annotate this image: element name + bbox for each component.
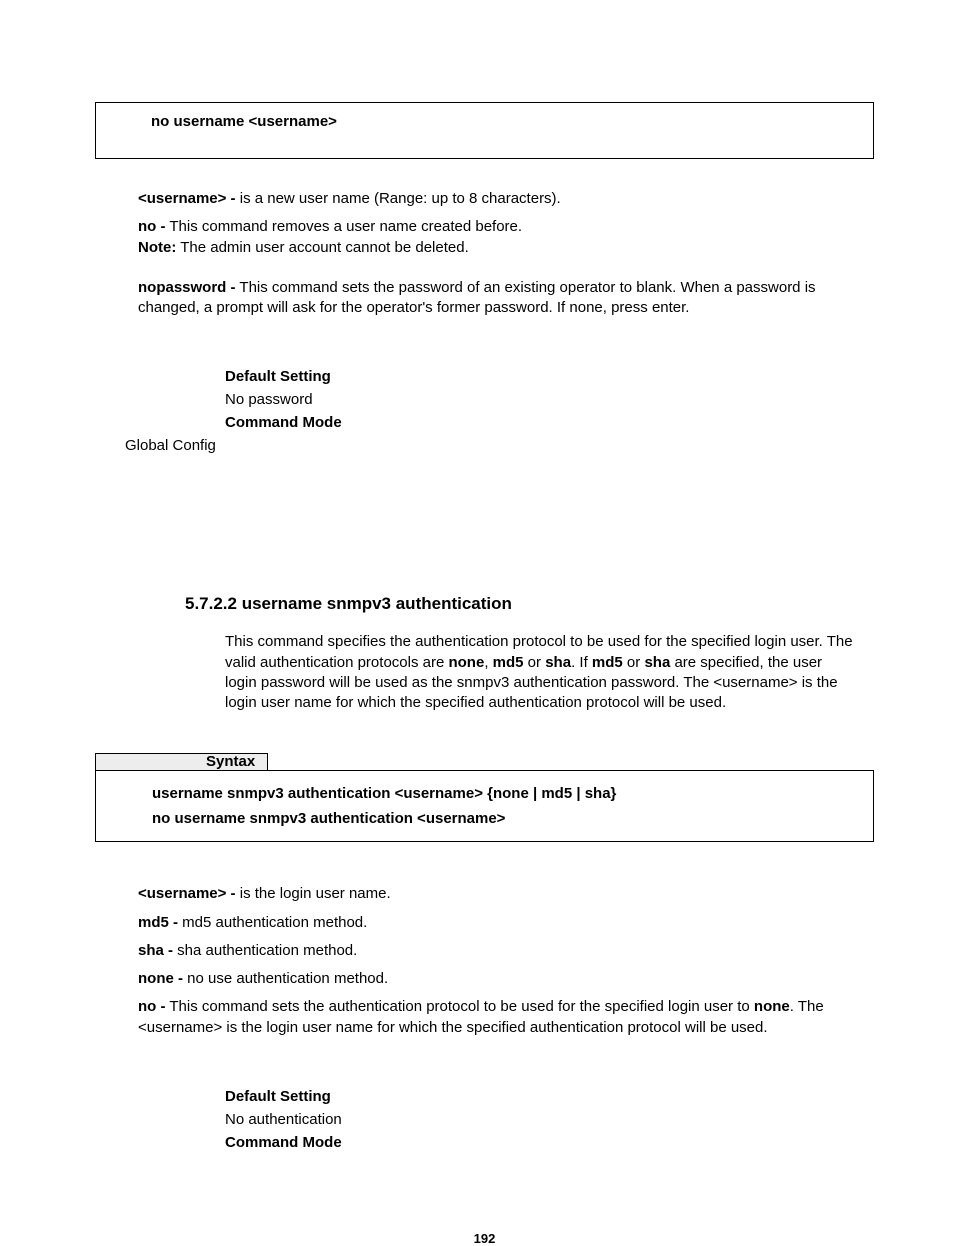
default-setting-value: No password [225, 391, 874, 408]
syntax-group: Syntax username snmpv3 authentication <u… [95, 753, 874, 842]
param-label: <username> - [138, 885, 236, 902]
param-nopassword: nopassword - This command sets the passw… [138, 278, 874, 319]
param-username-2: <username> - is the login user name. [138, 884, 874, 904]
param-username: <username> - is a new user name (Range: … [138, 189, 874, 209]
heading-number: 5.7.2.2 [185, 594, 242, 613]
syntax-line: no username <username> [151, 113, 853, 130]
param-label: nopassword - [138, 279, 236, 296]
param-label: no - [138, 218, 166, 235]
param-none: none - no use authentication method. [138, 969, 874, 989]
settings-block-1: Default Setting No password Command Mode [225, 368, 874, 431]
syntax-line: username snmpv3 authentication <username… [152, 785, 853, 802]
param-label: <username> - [138, 190, 236, 207]
param-sha: sha - sha authentication method. [138, 941, 874, 961]
note-line: Note: The admin user account cannot be d… [138, 238, 874, 258]
section-heading: 5.7.2.2 username snmpv3 authentication [185, 594, 874, 614]
param-no-2: no - This command sets the authenticatio… [138, 997, 874, 1038]
param-label: none - [138, 970, 183, 987]
param-text: is a new user name (Range: up to 8 chara… [236, 190, 561, 207]
default-setting-value: No authentication [225, 1111, 874, 1128]
note-label: Note: [138, 239, 176, 256]
param-text: md5 authentication method. [178, 914, 367, 931]
command-mode-heading: Command Mode [225, 1134, 874, 1151]
default-setting-heading: Default Setting [225, 1088, 874, 1105]
param-label: md5 - [138, 914, 178, 931]
param-text: no use authentication method. [183, 970, 388, 987]
param-label: sha - [138, 942, 173, 959]
param-text: This command sets the password of an exi… [138, 279, 816, 316]
syntax-line: no username snmpv3 authentication <usern… [152, 810, 853, 827]
param-text: This command removes a user name created… [166, 218, 523, 235]
note-text: The admin user account cannot be deleted… [176, 239, 468, 256]
param-text: sha authentication method. [173, 942, 357, 959]
syntax-body: username snmpv3 authentication <username… [95, 770, 874, 842]
param-md5: md5 - md5 authentication method. [138, 913, 874, 933]
page-number: 192 [95, 1231, 874, 1246]
command-mode-heading: Command Mode [225, 414, 874, 431]
heading-title: username snmpv3 authentication [242, 594, 512, 613]
command-mode-value: Global Config [125, 437, 874, 454]
section-body: This command specifies the authenticatio… [225, 632, 856, 713]
default-setting-heading: Default Setting [225, 368, 874, 385]
param-label: no - [138, 998, 166, 1015]
param-text: is the login user name. [236, 885, 391, 902]
param-no: no - This command removes a user name cr… [138, 217, 874, 237]
syntax-box-top: no username <username> [95, 102, 874, 159]
syntax-label: Syntax [95, 753, 268, 770]
settings-block-2: Default Setting No authentication Comman… [225, 1088, 874, 1151]
